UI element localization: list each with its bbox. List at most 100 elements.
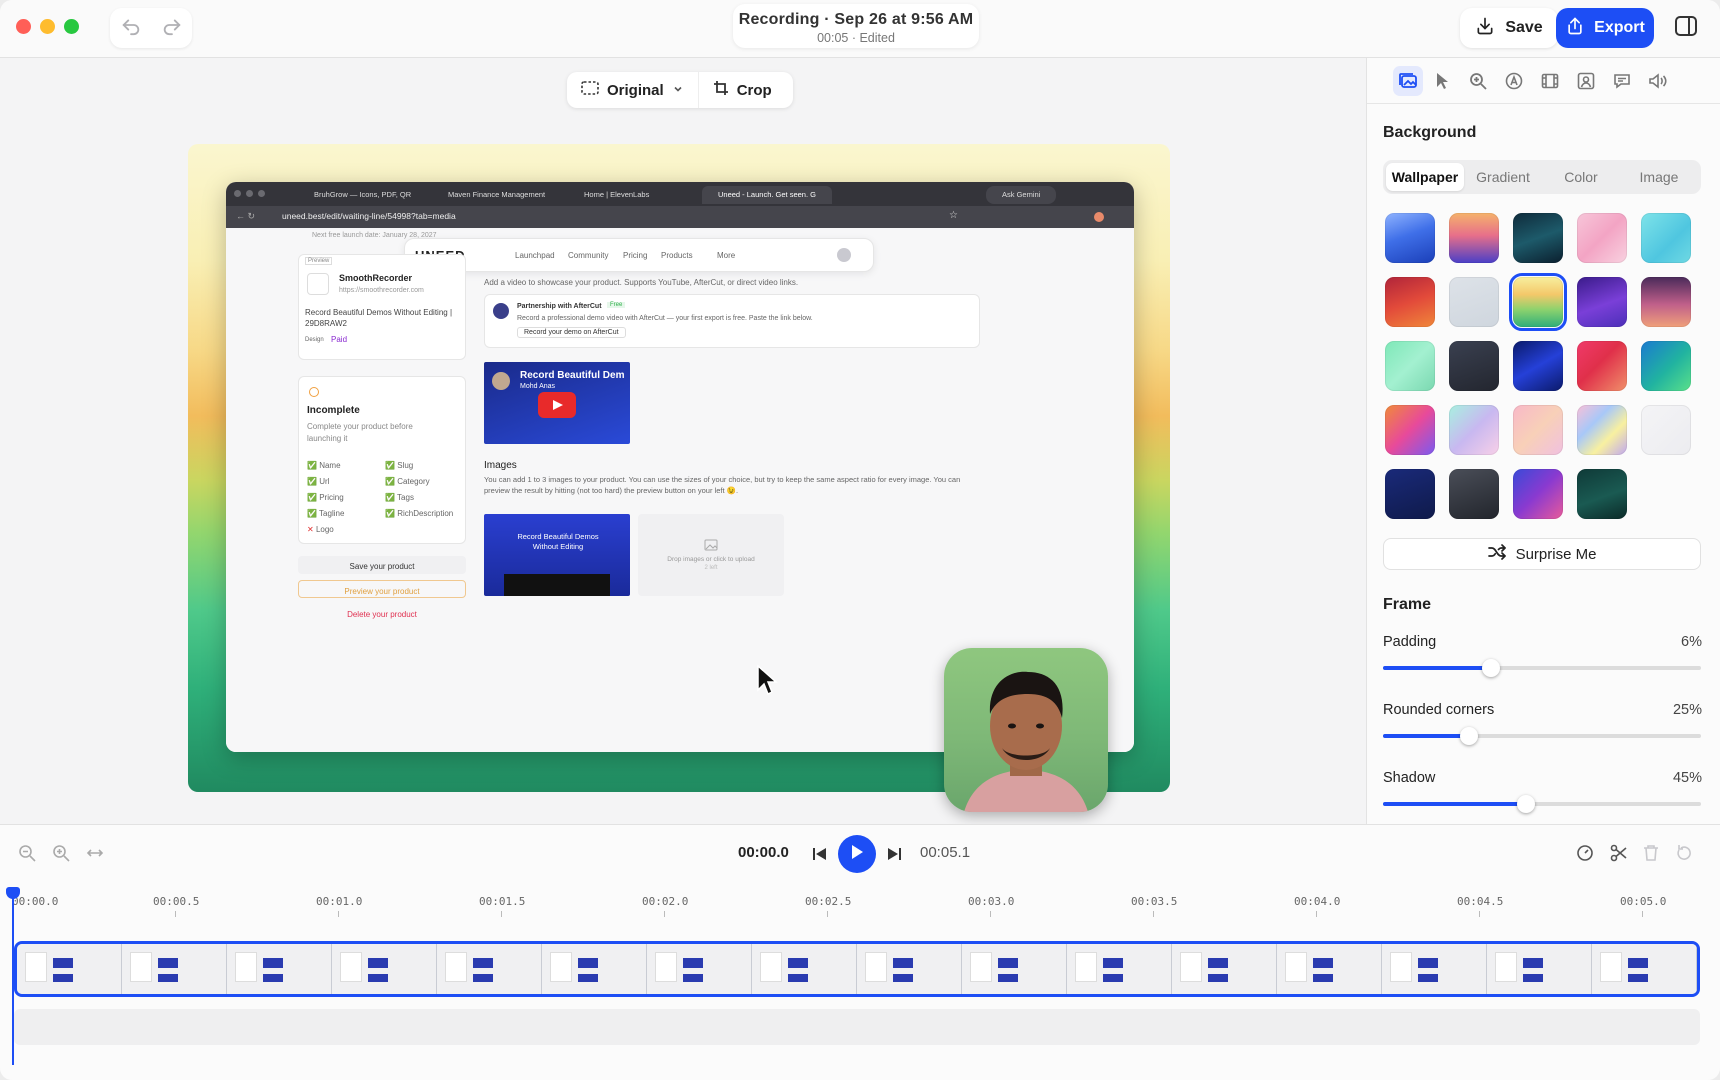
wallpaper-swatch[interactable]: [1577, 213, 1627, 263]
scissors-icon[interactable]: [1610, 844, 1628, 867]
recording-title-pill[interactable]: Recording · Sep 26 at 9:56 AM 00:05 · Ed…: [733, 4, 979, 48]
camera-icon[interactable]: [1571, 66, 1601, 96]
wallpaper-swatch[interactable]: [1449, 405, 1499, 455]
time-ruler[interactable]: 00:00.0 00:00.5 00:01.0 00:01.5 00:02.0 00:02…: [0, 885, 1720, 917]
preview-product-button[interactable]: Preview your product: [298, 580, 466, 598]
wallpaper-swatch[interactable]: [1641, 341, 1691, 391]
ask-gemini-label: Ask Gemini: [986, 186, 1056, 204]
ruler-tick-label: 00:04.0: [1294, 895, 1341, 908]
crop-icon: [713, 80, 729, 100]
trash-icon[interactable]: [1643, 844, 1659, 867]
surprise-me-button[interactable]: Surprise Me: [1383, 538, 1701, 570]
empty-track[interactable]: [14, 1009, 1700, 1045]
partner-button[interactable]: Record your demo on AfterCut: [517, 327, 626, 338]
wallpaper-swatch[interactable]: [1513, 213, 1563, 263]
play-button[interactable]: [838, 835, 876, 873]
slider-knob[interactable]: [1517, 795, 1536, 813]
wallpaper-swatch[interactable]: [1509, 273, 1567, 331]
wallpaper-swatch[interactable]: [1385, 277, 1435, 327]
save-button[interactable]: Save: [1460, 8, 1558, 48]
ruler-tick-label: 00:02.0: [642, 895, 689, 908]
slider-knob[interactable]: [1482, 659, 1501, 677]
wallpaper-swatch[interactable]: [1577, 341, 1627, 391]
ruler-tick-label: 00:03.0: [968, 895, 1015, 908]
wallpaper-swatch[interactable]: [1449, 469, 1499, 519]
wallpaper-swatch[interactable]: [1385, 213, 1435, 263]
speed-icon[interactable]: [1576, 844, 1594, 867]
save-product-button[interactable]: Save your product: [298, 556, 466, 574]
preview-canvas-area: Original Crop BruhGrow — Icons, PDF, QR: [0, 58, 1366, 824]
skip-back-icon[interactable]: [812, 847, 828, 866]
aspect-ratio-dropdown[interactable]: Original: [567, 72, 699, 108]
ruler-tick-label: 00:05.0: [1620, 895, 1667, 908]
wallpaper-swatch[interactable]: [1641, 277, 1691, 327]
redo-icon[interactable]: [161, 14, 183, 42]
browser-url: uneed.best/edit/waiting-line/54998?tab=m…: [282, 211, 456, 221]
wallpaper-swatch[interactable]: [1513, 405, 1563, 455]
playhead-line[interactable]: [12, 891, 14, 1065]
tab-gradient[interactable]: Gradient: [1464, 163, 1542, 191]
wallpaper-swatch[interactable]: [1641, 405, 1691, 455]
wallpaper-swatch[interactable]: [1449, 277, 1499, 327]
checklist-item: ✅ Name: [307, 461, 341, 470]
annotation-icon[interactable]: [1499, 66, 1529, 96]
minimize-window-button[interactable]: [40, 19, 55, 34]
audio-icon[interactable]: [1643, 66, 1673, 96]
slider-knob[interactable]: [1459, 727, 1478, 745]
product-card: Preview SmoothRecorder https://smoothrec…: [298, 254, 466, 360]
toggle-sidebar-button[interactable]: [1668, 10, 1704, 46]
padding-label: Padding: [1383, 634, 1437, 650]
fit-width-icon[interactable]: [86, 846, 104, 865]
clip-thumbnail: [647, 944, 752, 994]
caption-icon[interactable]: [1607, 66, 1637, 96]
tab-wallpaper[interactable]: Wallpaper: [1386, 163, 1464, 191]
product-name: SmoothRecorder: [339, 273, 413, 283]
wallpaper-swatch[interactable]: [1385, 469, 1435, 519]
wallpaper-swatch[interactable]: [1449, 341, 1499, 391]
wallpaper-swatch[interactable]: [1577, 277, 1627, 327]
wallpaper-swatch[interactable]: [1449, 213, 1499, 263]
crop-button[interactable]: Crop: [699, 72, 786, 108]
wallpaper-swatch[interactable]: [1577, 405, 1627, 455]
rounded-corners-value: 25%: [1672, 702, 1702, 718]
shadow-slider[interactable]: [1383, 795, 1701, 813]
image-card-title: Record Beautiful Demos Without Editing: [517, 532, 599, 551]
delete-product-button[interactable]: Delete your product: [298, 604, 466, 622]
zoom-icon[interactable]: [1463, 66, 1493, 96]
close-window-button[interactable]: [16, 19, 31, 34]
crop-toolbar: Original Crop: [567, 72, 793, 108]
cursor-icon[interactable]: [1427, 66, 1457, 96]
youtube-play-icon[interactable]: [538, 392, 576, 418]
upload-hint: Drop images or click to upload: [667, 556, 755, 563]
video-thumbnail[interactable]: Record Beautiful Dem Mohd Anas: [484, 362, 630, 444]
wallpaper-swatch[interactable]: [1577, 469, 1627, 519]
wallpaper-swatch[interactable]: [1513, 469, 1563, 519]
zoom-in-icon[interactable]: [52, 844, 70, 867]
wallpaper-swatch[interactable]: [1385, 341, 1435, 391]
video-clip-track[interactable]: [14, 941, 1700, 997]
image-upload-dropzone[interactable]: Drop images or click to upload 2 left: [638, 514, 784, 596]
padding-slider[interactable]: [1383, 659, 1701, 677]
shadow-label: Shadow: [1383, 770, 1436, 786]
wallpaper-swatch[interactable]: [1513, 341, 1563, 391]
images-title: Images: [484, 460, 517, 471]
checklist-item: ✕ Logo: [307, 525, 334, 534]
product-image-thumb[interactable]: Record Beautiful Demos Without Editing: [484, 514, 630, 596]
background-icon[interactable]: [1393, 66, 1423, 96]
rounded-corners-slider[interactable]: [1383, 727, 1701, 745]
export-button[interactable]: Export: [1556, 8, 1654, 48]
tab-color[interactable]: Color: [1542, 163, 1620, 191]
upload-sub: 2 left: [704, 565, 718, 571]
tab-image[interactable]: Image: [1620, 163, 1698, 191]
partner-title: Partnership with AfterCut: [517, 303, 602, 310]
zoom-window-button[interactable]: [64, 19, 79, 34]
reset-icon[interactable]: [1676, 844, 1692, 867]
undo-icon[interactable]: [120, 14, 142, 42]
film-icon[interactable]: [1535, 66, 1565, 96]
wallpaper-swatch[interactable]: [1385, 405, 1435, 455]
skip-forward-icon[interactable]: [886, 847, 902, 866]
zoom-out-icon[interactable]: [18, 844, 36, 867]
webcam-overlay[interactable]: [944, 648, 1108, 812]
wallpaper-swatch[interactable]: [1641, 213, 1691, 263]
recording-title: Recording · Sep 26 at 9:56 AM: [738, 11, 974, 28]
